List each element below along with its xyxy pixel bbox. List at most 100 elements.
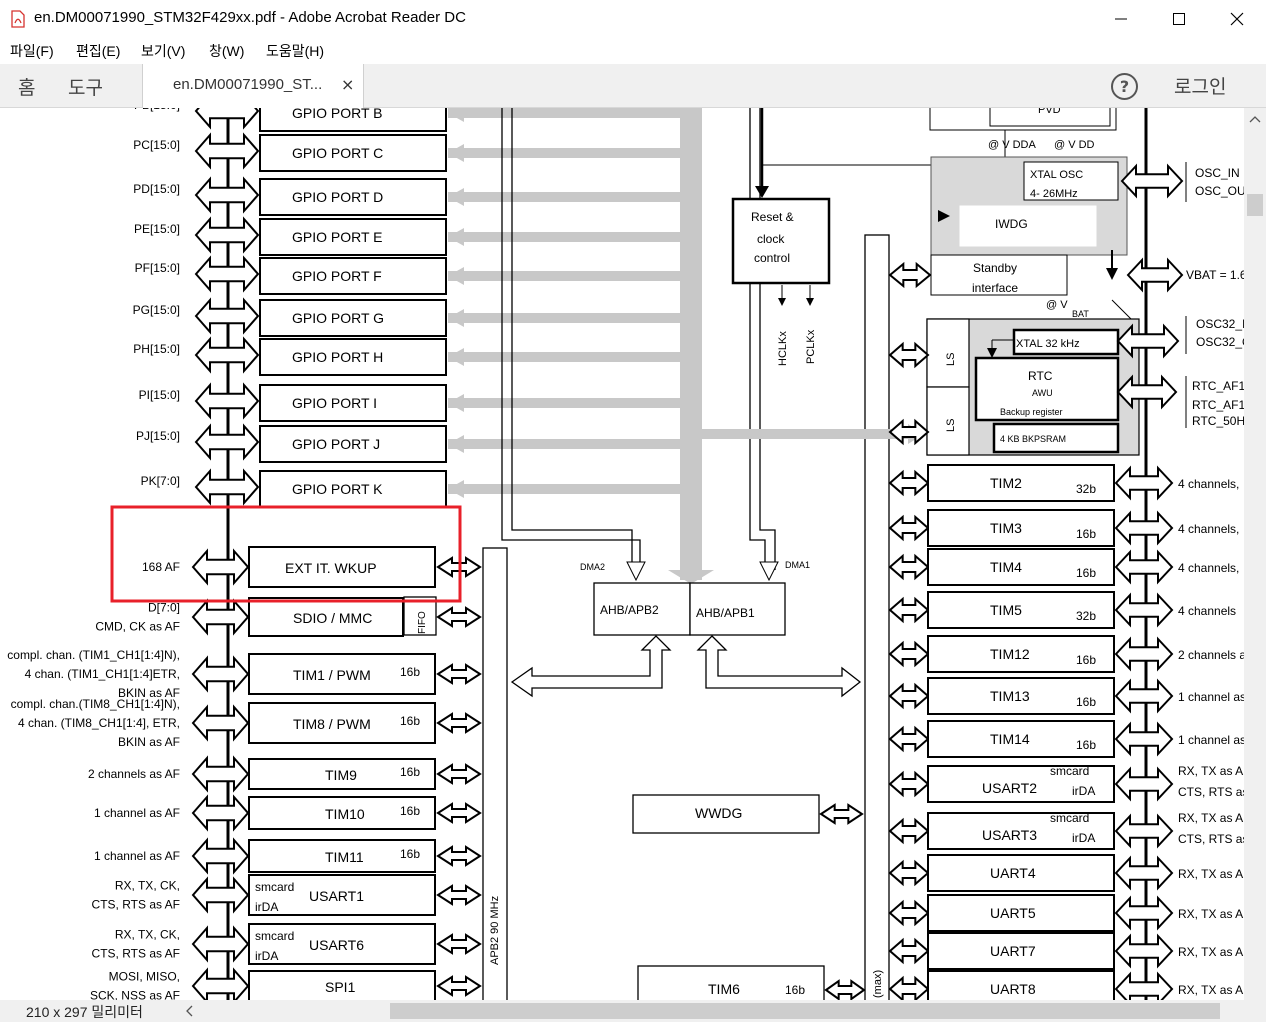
window-title: en.DM00071990_STM32F429xx.pdf - Adobe Ac… [34, 9, 466, 26]
apb1-label: (max) [872, 970, 884, 998]
peripheral-double-arrow [191, 655, 250, 693]
xtal32-label: XTAL 32 kHz [1016, 338, 1080, 350]
maximize-button[interactable] [1150, 0, 1208, 38]
rtc-label: RTC [1028, 369, 1053, 383]
gpio-port-label: GPIO PORT E [292, 229, 383, 245]
vertical-scrollbar[interactable] [1244, 108, 1266, 1000]
apb1-link-arrow [888, 975, 930, 1000]
right-pin-label: RX, TX as AF [1178, 811, 1244, 825]
document-view[interactable]: APB2 90 MHz (max) AHB/APB2 AHB/APB1 DMA2… [0, 108, 1244, 1000]
right-pin-arrow [1114, 895, 1174, 931]
block-diagram: APB2 90 MHz (max) AHB/APB2 AHB/APB1 DMA2… [7, 108, 1244, 1000]
right-peripheral-bits: 16b [1076, 695, 1096, 709]
gpio-port-label: GPIO PORT F [292, 268, 382, 284]
apb1-link-arrow [888, 341, 930, 369]
right-pin-label: 4 channels, [1178, 522, 1239, 536]
backup-register-label: Backup register [1000, 407, 1063, 417]
apb1-link-arrow [888, 596, 930, 624]
reset-label-1: Reset & [751, 210, 794, 224]
tim6-link-arrow [824, 979, 866, 1000]
login-button[interactable]: 로그인 [1174, 72, 1226, 99]
menu-edit[interactable]: 편집(E) [76, 41, 120, 61]
right-pin-label: 4 channels, [1178, 477, 1239, 491]
gpio-pin-label: PI[15:0] [139, 388, 180, 402]
right-pin-arrow [1114, 855, 1174, 891]
peripheral-pin-label: MOSI, MISO, [109, 970, 180, 984]
hclk-label: HCLKx [777, 331, 789, 366]
peripheral-pin-label: compl. chan. (TIM1_CH1[1:4]N), [7, 648, 180, 662]
gpio-pin-label: PD[15:0] [133, 182, 180, 196]
ahb-trunk [680, 108, 702, 580]
peripheral-pin-label: 1 channel as AF [94, 806, 180, 820]
gpio-bus-bar [448, 108, 680, 118]
peripheral-bits: 16b [400, 804, 420, 818]
apb2-label: APB2 90 MHz [489, 896, 501, 965]
right-peripheral-label: TIM5 [990, 602, 1022, 618]
menu-help[interactable]: 도움말(H) [266, 41, 324, 61]
peripheral-pin-label: BKIN as AF [118, 735, 180, 749]
menu-file[interactable]: 파일(F) [10, 41, 54, 61]
pdf-file-icon [11, 10, 25, 28]
apb2-link-arrow [436, 975, 482, 997]
ls-label-1: LS [945, 353, 957, 366]
gpio-port-label: GPIO PORT G [292, 310, 384, 326]
vbat-pin-arrow [1126, 257, 1184, 293]
gpio-bus-bar [448, 148, 680, 158]
peripheral-label: TIM1 / PWM [293, 667, 371, 683]
apb2-link-arrow [436, 845, 482, 867]
title-bar: en.DM00071990_STM32F429xx.pdf - Adobe Ac… [0, 0, 1266, 38]
peripheral-bits: 16b [400, 714, 420, 728]
apb1-link-arrow [888, 817, 930, 845]
gpio-port-label: GPIO PORT K [292, 481, 383, 497]
osc32-out-label: OSC32_OUT [1196, 335, 1244, 349]
gpio-bus-bar [448, 192, 680, 202]
document-tab[interactable]: en.DM00071990_ST... × [142, 64, 364, 108]
bkpsram-label: 4 KB BKPSRAM [1000, 434, 1066, 444]
close-tab-icon[interactable]: × [341, 75, 354, 94]
peripheral-pin-label: RX, TX, CK, [115, 879, 180, 893]
right-pin-arrow [1114, 721, 1174, 757]
peripheral-pin-label: D[7:0] [148, 601, 180, 615]
menu-window[interactable]: 창(W) [209, 41, 244, 61]
gpio-pin-label: PJ[15:0] [136, 429, 180, 443]
right-pin-label: 4 channels, [1178, 561, 1239, 575]
right-peripheral-sub: irDA [1072, 831, 1095, 845]
peripheral-pin-label: 4 chan. (TIM1_CH1[1:4]ETR, [25, 667, 180, 681]
minimize-button[interactable] [1092, 0, 1150, 38]
help-icon[interactable]: ? [1111, 73, 1138, 100]
gpio-port-label: GPIO PORT I [292, 395, 377, 411]
menu-view[interactable]: 보기(V) [141, 41, 185, 61]
xtal-osc-freq: 4- 26MHz [1030, 188, 1078, 200]
right-peripheral-label: TIM3 [990, 520, 1022, 536]
vbat-at-label: @ V [1046, 299, 1068, 311]
apb2-link-arrow [436, 763, 482, 785]
close-icon [1230, 12, 1244, 26]
right-peripheral-bits: 16b [1076, 527, 1096, 541]
right-pin-label: CTS, RTS as [1178, 785, 1244, 799]
status-bar: 210 x 297 밀리미터 [0, 1000, 180, 1022]
peripheral-double-arrow [191, 794, 250, 832]
peripheral-double-arrow [191, 598, 250, 636]
peripheral-pin-label: RX, TX, CK, [115, 928, 180, 942]
tools-tab[interactable]: 도구 [68, 73, 103, 100]
fifo-label: FIFO [417, 611, 428, 634]
right-pin-arrow [1114, 549, 1174, 585]
apb2-link-arrow [436, 884, 482, 906]
tim6-bits: 16b [785, 983, 805, 997]
right-pin-arrow [1114, 971, 1174, 1000]
right-pin-label: RX, TX as AF [1178, 764, 1244, 778]
pclk-label: PCLKx [805, 329, 817, 364]
horizontal-scrollbar[interactable] [180, 1000, 1244, 1022]
gpio-pin-label: PK[7:0] [141, 474, 180, 488]
right-peripheral-label: TIM2 [990, 475, 1022, 491]
right-pin-label: 1 channel as [1178, 690, 1244, 704]
dma1-label: DMA1 [785, 560, 810, 570]
osc32-pin-arrow [1116, 323, 1180, 359]
right-pin-label: RX, TX as AF [1178, 945, 1244, 959]
peripheral-label: TIM8 / PWM [293, 716, 371, 732]
right-peripheral-sub: irDA [1072, 784, 1095, 798]
close-window-button[interactable] [1208, 0, 1266, 38]
peripheral-label: EXT IT. WKUP [285, 560, 377, 576]
iwdg-label: IWDG [995, 217, 1028, 231]
home-tab[interactable]: 홈 [18, 73, 35, 100]
